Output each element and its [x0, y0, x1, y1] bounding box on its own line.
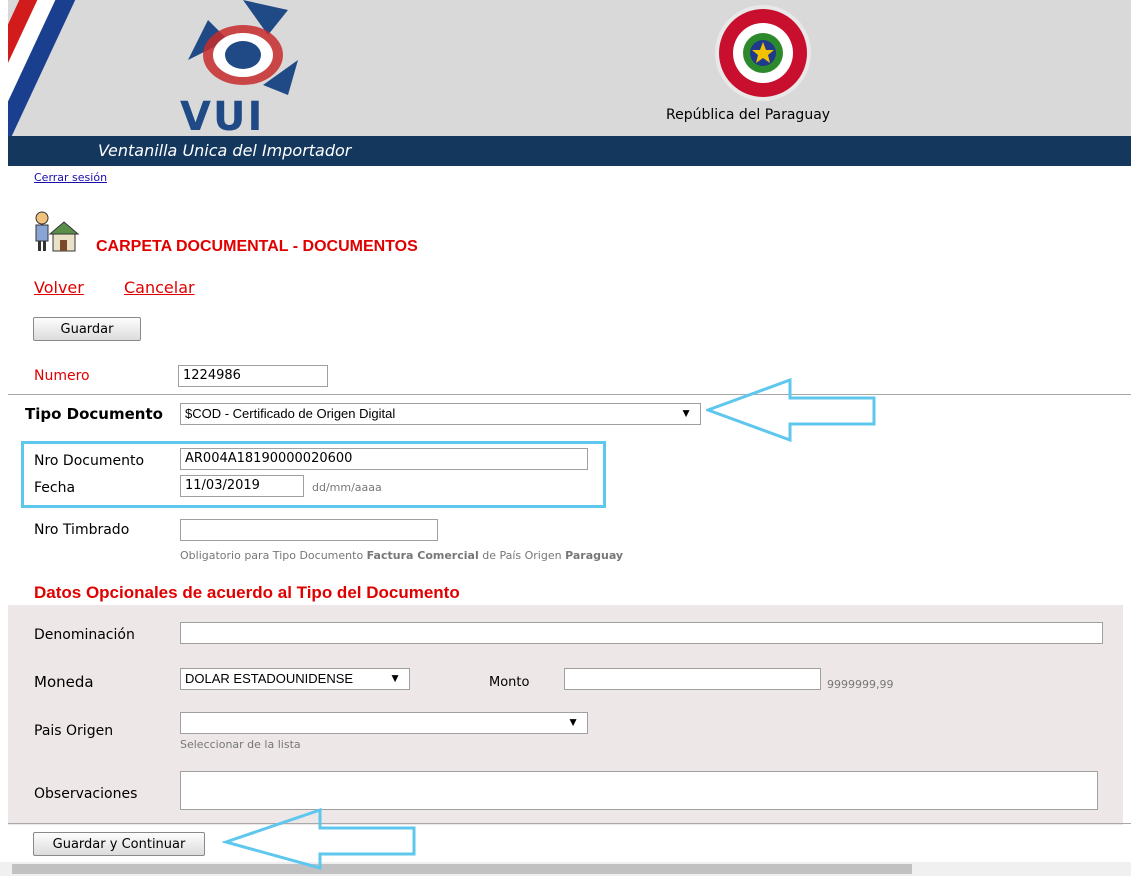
observaciones-textarea[interactable] [180, 771, 1098, 810]
cancel-link[interactable]: Cancelar [124, 278, 195, 297]
moneda-value: DOLAR ESTADOUNIDENSE [185, 671, 354, 686]
recycle-logo-icon [188, 0, 298, 95]
paraguay-seal-icon [715, 5, 811, 101]
arrow-annotation-icon [222, 808, 416, 870]
arrow-annotation-icon [706, 378, 876, 442]
nro-documento-field[interactable]: AR004A18190000020600 [180, 448, 588, 470]
optional-section-title: Datos Opcionales de acuerdo al Tipo del … [34, 583, 460, 602]
moneda-select[interactable]: DOLAR ESTADOUNIDENSE ▼ [180, 668, 410, 690]
country-label: República del Paraguay [666, 107, 831, 123]
user-house-icon [35, 211, 80, 252]
dropdown-caret-icon: ▼ [389, 671, 401, 685]
scrollbar-thumb[interactable] [12, 864, 912, 874]
denominacion-label: Denominación [34, 627, 135, 643]
moneda-label: Moneda [34, 673, 94, 691]
pais-origen-label: Pais Origen [34, 723, 114, 739]
hint-bold-doc: Factura Comercial [366, 549, 479, 562]
fecha-field[interactable]: 11/03/2019 [180, 475, 304, 497]
horizontal-scrollbar[interactable] [0, 862, 1131, 876]
nro-timbrado-label: Nro Timbrado [34, 522, 130, 538]
logo-text: VUI [180, 94, 265, 136]
tipo-documento-select[interactable]: $COD - Certificado de Origen Digital ▼ [180, 403, 701, 425]
page-title: CARPETA DOCUMENTAL - DOCUMENTOS [96, 238, 418, 255]
pais-origen-select[interactable]: ▼ [180, 712, 588, 734]
header-banner: VUI República del Paraguay [8, 0, 1131, 136]
numero-field[interactable]: 1224986 [178, 365, 328, 387]
numero-label: Numero [34, 368, 90, 384]
nro-timbrado-hint: Obligatorio para Tipo Documento Factura … [180, 549, 623, 562]
nro-documento-label: Nro Documento [34, 453, 145, 469]
tagline: Ventanilla Unica del Importador [98, 141, 352, 160]
dropdown-caret-icon: ▼ [567, 715, 579, 729]
back-link[interactable]: Volver [34, 278, 84, 297]
monto-field[interactable] [564, 668, 821, 690]
save-button[interactable]: Guardar [33, 317, 141, 341]
pais-origen-hint: Seleccionar de la lista [180, 738, 301, 751]
hint-bold-country: Paraguay [565, 549, 624, 562]
header-tagline-bar: Ventanilla Unica del Importador [8, 136, 1131, 166]
dropdown-caret-icon: ▼ [680, 406, 692, 420]
hint-text-mid: de País Origen [478, 549, 566, 562]
tipo-documento-label: Tipo Documento [25, 405, 163, 423]
observaciones-label: Observaciones [34, 786, 138, 802]
denominacion-field[interactable] [180, 622, 1103, 644]
monto-format-hint: 9999999,99 [827, 678, 894, 691]
logout-link[interactable]: Cerrar sesión [34, 171, 107, 184]
nro-timbrado-field[interactable] [180, 519, 438, 541]
divider [8, 823, 1131, 824]
fecha-label: Fecha [34, 480, 76, 496]
divider [8, 394, 1131, 395]
tipo-documento-value: $COD - Certificado de Origen Digital [185, 406, 396, 421]
hint-text: Obligatorio para Tipo Documento [180, 549, 367, 562]
monto-label: Monto [489, 675, 530, 690]
fecha-format-hint: dd/mm/aaaa [312, 481, 382, 494]
save-continue-button[interactable]: Guardar y Continuar [33, 832, 205, 856]
